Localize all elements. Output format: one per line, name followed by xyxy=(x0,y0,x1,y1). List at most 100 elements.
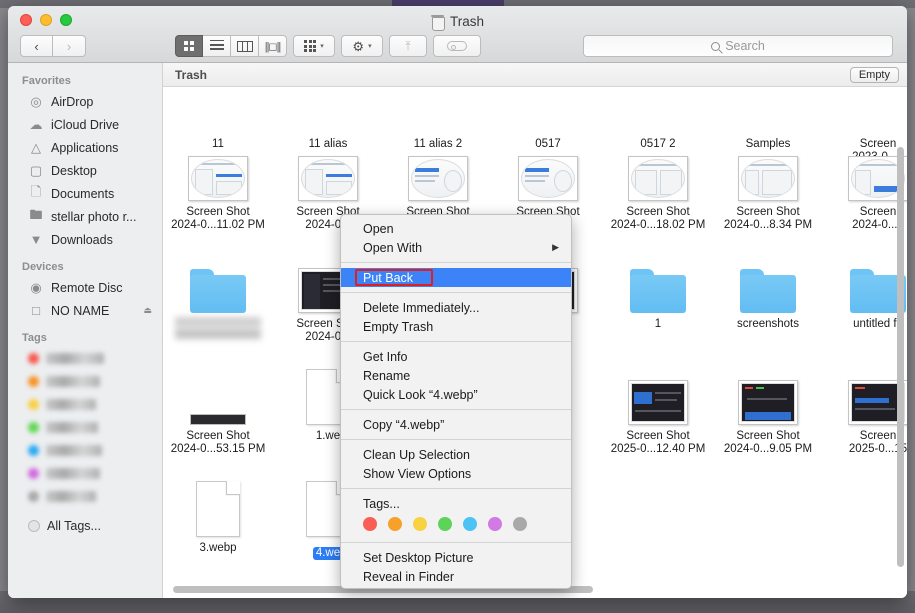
menu-item-open-with[interactable]: Open With ▶ xyxy=(341,238,571,257)
menu-item-put-back[interactable]: Put Back xyxy=(341,268,571,287)
sidebar-tag-item[interactable] xyxy=(8,416,162,439)
gallery-view-button[interactable]: ||◻|| xyxy=(259,35,287,57)
folder-icon xyxy=(163,87,273,133)
file-item[interactable]: 3.webp xyxy=(163,475,273,560)
folder-icon xyxy=(823,87,907,133)
menu-item-set-desktop-picture[interactable]: Set Desktop Picture xyxy=(341,548,571,567)
file-item[interactable]: Screen 2025-0...15 xyxy=(823,363,907,456)
column-view-button[interactable] xyxy=(231,35,259,57)
file-item[interactable]: 1 xyxy=(603,251,713,344)
menu-item-quick-look[interactable]: Quick Look “4.webp” xyxy=(341,385,571,404)
icon-view-button[interactable] xyxy=(175,35,203,57)
menu-item-label: Empty Trash xyxy=(363,319,434,334)
file-item[interactable]: screenshots xyxy=(713,251,823,344)
sidebar-item-no-name[interactable]: □ NO NAME ⏏ xyxy=(8,299,162,322)
back-button[interactable]: ‹ xyxy=(20,35,53,57)
file-item[interactable]: Screen Shot 2024-0...9.05 PM xyxy=(713,363,823,456)
tag-button[interactable] xyxy=(433,35,481,57)
sidebar-item-label: All Tags... xyxy=(47,518,101,533)
empty-trash-button[interactable]: Empty xyxy=(849,66,899,83)
arrange-button[interactable]: ▾ xyxy=(293,35,335,57)
tag-swatch-gray[interactable] xyxy=(513,517,527,531)
file-item[interactable] xyxy=(163,251,273,344)
document-icon xyxy=(196,481,240,537)
menu-item-tags[interactable]: Tags... xyxy=(341,494,571,513)
sidebar-item-applications[interactable]: △ Applications xyxy=(8,136,162,159)
tag-swatch-yellow[interactable] xyxy=(413,517,427,531)
file-item[interactable]: Screen Shot 2024-0...18.02 PM xyxy=(603,139,713,232)
file-label-redacted xyxy=(175,317,261,339)
sidebar-tag-item[interactable] xyxy=(8,370,162,393)
sidebar-item-label: iCloud Drive xyxy=(51,117,120,132)
sidebar-section-favorites-header: Favorites xyxy=(22,75,71,87)
menu-item-label: Quick Look “4.webp” xyxy=(363,387,478,402)
search-input[interactable]: Search xyxy=(583,35,893,57)
sidebar-item-label: AirDrop xyxy=(51,94,94,109)
sidebar-item-remote-disc[interactable]: ◉ Remote Disc xyxy=(8,276,162,299)
chevron-right-icon: ▶ xyxy=(552,242,559,252)
action-button[interactable]: ⚙ ▾ xyxy=(341,35,383,57)
vertical-scrollbar[interactable] xyxy=(897,147,904,567)
share-button[interactable]: ⤒ xyxy=(389,35,427,57)
sidebar-item-stellar-photo-recovery[interactable]: 🖿 stellar photo r... xyxy=(8,205,162,228)
tag-swatch-red[interactable] xyxy=(363,517,377,531)
sidebar-tag-item[interactable] xyxy=(8,485,162,508)
sidebar-tag-item[interactable] xyxy=(8,393,162,416)
menu-item-empty-trash[interactable]: Empty Trash xyxy=(341,317,571,336)
menu-item-open[interactable]: Open xyxy=(341,219,571,238)
file-item[interactable]: Screen Shot 2024-0...11.02 PM xyxy=(163,139,273,232)
sidebar-item-documents[interactable]: 🗋 Documents xyxy=(8,182,162,205)
sidebar-item-downloads[interactable]: ▼ Downloads xyxy=(8,228,162,251)
file-item[interactable]: Screen Shot 2024-0...8.34 PM xyxy=(713,139,823,232)
tag-label-redacted xyxy=(46,376,100,387)
tag-swatch-purple[interactable] xyxy=(488,517,502,531)
screenshot-thumbnail xyxy=(628,380,688,425)
file-label: Screen Shot 2024-0...11.02 PM xyxy=(171,206,265,231)
context-menu[interactable]: Open Open With ▶ Put Back Delete Immedia… xyxy=(340,214,572,589)
folder-icon xyxy=(713,87,823,133)
sidebar-item-all-tags[interactable]: All Tags... xyxy=(8,514,162,537)
file-item[interactable]: Screen Shot 2025-0...12.40 PM xyxy=(603,363,713,456)
eject-icon[interactable]: ⏏ xyxy=(143,305,152,316)
tag-label-redacted xyxy=(46,491,96,502)
list-view-button[interactable] xyxy=(203,35,231,57)
file-item[interactable]: Screen Shot 2024-0...53.15 PM xyxy=(163,363,273,456)
sidebar-section-devices-header: Devices xyxy=(22,261,64,273)
file-label: screenshots xyxy=(736,318,799,330)
menu-item-label: Set Desktop Picture xyxy=(363,550,474,565)
menu-item-get-info[interactable]: Get Info xyxy=(341,347,571,366)
forward-button[interactable]: › xyxy=(53,35,86,57)
gallery-icon: ||◻|| xyxy=(264,40,282,53)
file-label: Screen 2024-0...3 xyxy=(852,206,904,231)
screenshot-thumbnail xyxy=(408,156,468,201)
tag-swatch-orange[interactable] xyxy=(388,517,402,531)
sidebar-item-icloud-drive[interactable]: ☁ iCloud Drive xyxy=(8,113,162,136)
tag-swatch-green[interactable] xyxy=(438,517,452,531)
menu-item-clean-up-selection[interactable]: Clean Up Selection xyxy=(341,445,571,464)
menu-item-show-view-options[interactable]: Show View Options xyxy=(341,464,571,483)
sidebar-tag-item[interactable] xyxy=(8,462,162,485)
sidebar-item-airdrop[interactable]: ◎ AirDrop xyxy=(8,90,162,113)
file-item[interactable]: Screen 2024-0...3 xyxy=(823,139,907,232)
sidebar-tag-item[interactable] xyxy=(8,347,162,370)
file-item[interactable]: untitled fo xyxy=(823,251,907,344)
menu-item-rename[interactable]: Rename xyxy=(341,366,571,385)
file-label: Screen Shot 2024-0...18.02 PM xyxy=(610,206,706,231)
menu-item-delete-immediately[interactable]: Delete Immediately... xyxy=(341,298,571,317)
tag-color-dot xyxy=(28,353,39,364)
annotation-highlight-box xyxy=(355,269,433,286)
tag-color-dot xyxy=(28,491,39,502)
file-label: Screen Shot 2025-0...12.40 PM xyxy=(610,430,706,455)
tag-swatch-blue[interactable] xyxy=(463,517,477,531)
window-titlebar: Trash ‹ › ||◻|| ▾ ⚙ ▾ ⤒ Search xyxy=(8,6,907,63)
menu-item-reveal-in-finder[interactable]: Reveal in Finder xyxy=(341,567,571,586)
menu-separator xyxy=(341,488,571,489)
sidebar-tag-item[interactable] xyxy=(8,439,162,462)
file-label: 4.we xyxy=(312,547,344,560)
cloud-icon: ☁ xyxy=(29,116,43,132)
image-thumbnail xyxy=(190,414,246,425)
folder-icon: 🖿 xyxy=(29,206,43,222)
sidebar-item-desktop[interactable]: ▢ Desktop xyxy=(8,159,162,182)
current-location-label: Trash xyxy=(175,67,208,82)
menu-item-copy[interactable]: Copy “4.webp” xyxy=(341,415,571,434)
